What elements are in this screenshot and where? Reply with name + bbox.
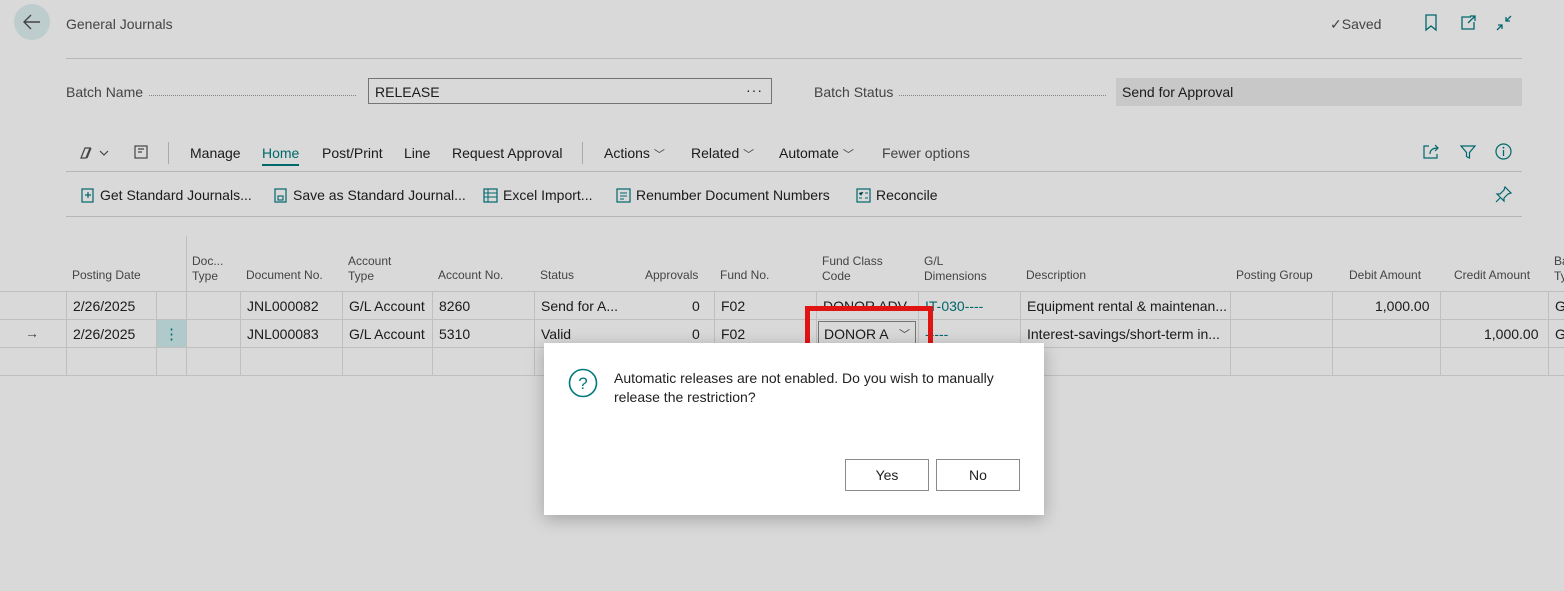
no-button[interactable]: No xyxy=(936,459,1020,491)
svg-text:?: ? xyxy=(578,374,587,393)
confirm-dialog: ? Automatic releases are not enabled. Do… xyxy=(544,343,1044,515)
question-icon: ? xyxy=(568,368,598,403)
dialog-message: Automatic releases are not enabled. Do y… xyxy=(614,370,994,405)
yes-button[interactable]: Yes xyxy=(845,459,929,491)
